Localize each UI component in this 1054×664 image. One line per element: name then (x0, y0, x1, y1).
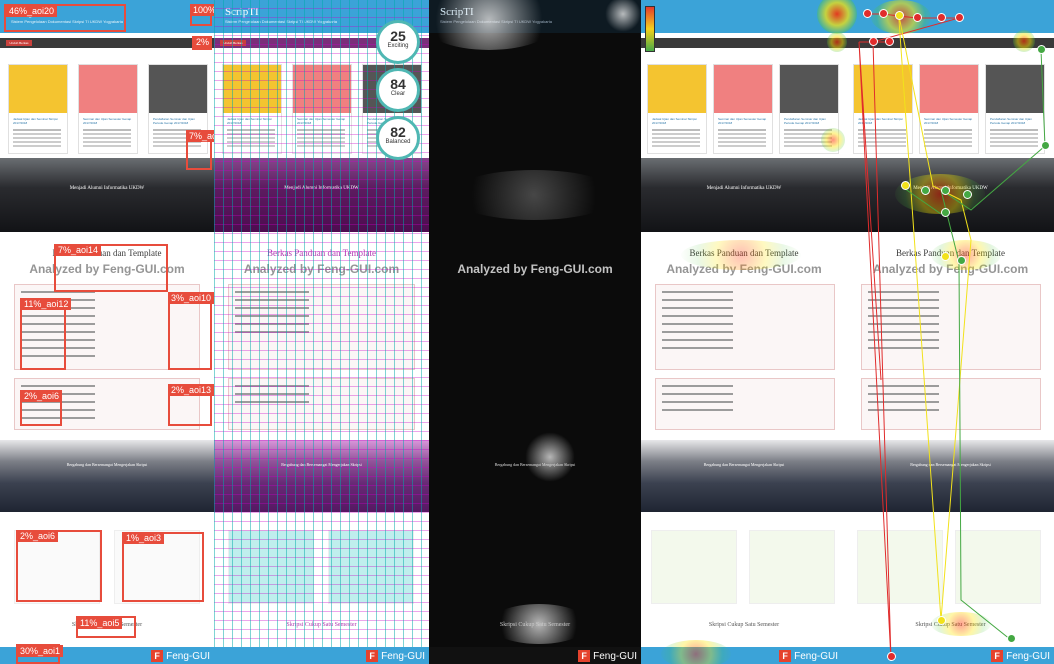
banner2-caption: Bergabung dan Bersemangat Mengerjakan Sk… (281, 462, 362, 467)
bottom-title: Skripsi Cukup Satu Semester (499, 622, 571, 628)
guide-files-box (228, 284, 415, 370)
gaze-fixation (941, 252, 950, 261)
footer: F Feng-GUI (429, 647, 641, 664)
watermark: Analyzed by Feng-GUI.com (457, 262, 613, 276)
aoi-label: 11%_aoi12 (21, 298, 72, 310)
complexity-overlay (214, 440, 429, 512)
aoi-label: 3%_aoi10 (168, 292, 214, 304)
gaze-fixation (955, 13, 964, 22)
aoi-label: 1%_aoi3 (123, 532, 165, 544)
download-button[interactable]: Unduh Berkas (220, 40, 246, 46)
exciting-score: 25 Exciting (376, 20, 420, 64)
aoi-label: 7%_aoi (186, 130, 214, 142)
balanced-score: 82 Balanced (376, 116, 420, 160)
lightbulb-icon (9, 65, 67, 113)
footer: F Feng-GUI (214, 647, 429, 664)
feng-gui-brand: F Feng-GUI (366, 649, 425, 663)
aoi-panel: ScripTI Sistem Pengelolaan Dokumentasi S… (0, 0, 214, 664)
aoi-label: 2%_aoi6 (17, 530, 59, 542)
gaze-fixation (895, 11, 904, 20)
card-schedule[interactable]: Jadwal Ujian dan Seminar Skripsi 2017/20… (8, 64, 68, 154)
aoi-label: 7%_aoi14 (55, 244, 102, 256)
nav-bar: Unduh Berkas (0, 38, 214, 48)
gaze-fixation (963, 190, 972, 199)
gaze-fixation (863, 9, 872, 18)
feng-gui-logo-icon: F (578, 650, 591, 662)
watermark: Analyzed by Feng-GUI.com (243, 262, 400, 276)
card-seminar[interactable]: Seminar dan Ujian Semester Genap 2017/20… (78, 64, 138, 154)
opacity-panel: ScripTI Sistem Pengelolaan Dokumentasi S… (429, 0, 641, 664)
banner2-caption: Bergabung dan Bersemangat Mengerjakan Sk… (66, 462, 148, 467)
card-title[interactable]: Seminar dan Ujian Semester Genap 2017/20… (83, 117, 134, 125)
aoi-label: 2%_aoi13 (168, 384, 214, 396)
gaze-path (858, 13, 1046, 661)
gaze-fixation (901, 181, 910, 190)
gaze-fixation (885, 37, 894, 46)
flower-icon (79, 65, 137, 113)
card-title[interactable]: Pendaftaran Seminar dan Ujian Periode Ge… (153, 117, 204, 125)
gaze-fixation (921, 186, 930, 195)
banner2-caption: Bergabung dan Bersemangat Mengerjakan Sk… (494, 462, 576, 467)
site-title[interactable]: ScripTI (225, 6, 259, 18)
clarity-panel: ScripTI Sistem Pengelolaan Dokumentasi S… (214, 0, 429, 664)
section-title: Berkas Panduan dan Template (267, 248, 376, 258)
card-title[interactable]: Jadwal Ujian dan Seminar Skripsi 2017/20… (13, 117, 64, 125)
info-column-left (228, 530, 314, 604)
gaze-fixation (937, 616, 946, 625)
gaze-fixation (1041, 141, 1050, 150)
gaze-fixation (913, 13, 922, 22)
gaze-fixation (937, 13, 946, 22)
template-files-box (228, 378, 415, 430)
feng-gui-brand: F Feng-GUI (578, 649, 637, 663)
graduation-banner (0, 158, 214, 232)
aoi-label: 30%_aoi1 (17, 645, 64, 657)
card-seminar[interactable]: Seminar dan Ujian Semester Genap 2017/20… (292, 64, 352, 154)
aoi-label: 46%_aoi20 (6, 5, 58, 17)
banner-caption: Menjadi Alumni Informatika UKDW (69, 186, 145, 191)
info-column-right (328, 530, 414, 604)
gaze-fixation (941, 208, 950, 217)
heatmap-gaze-panel: Jadwal Ujian dan Seminar Skripsi 2017/20… (641, 0, 1054, 664)
aoi-label: 11%_aoi5 (77, 617, 123, 629)
clear-score: 84 Clear (376, 68, 420, 112)
gaze-fixation (941, 186, 950, 195)
gaze-fixation (957, 256, 966, 265)
feng-gui-brand: F Feng-GUI (151, 649, 210, 663)
classroom-banner (0, 440, 214, 512)
aoi-label: 2%_aoi6 (21, 390, 63, 402)
card-schedule[interactable]: Jadwal Ujian dan Seminar Skripsi 2017/20… (222, 64, 282, 154)
download-button[interactable]: Unduh Berkas (6, 40, 32, 46)
gaze-fixation (1007, 634, 1016, 643)
gaze-fixation (879, 9, 888, 18)
gaze-fixation (1037, 45, 1046, 54)
site-subtitle: Sistem Pengelolaan Dokumentasi Skripsi T… (225, 19, 337, 24)
bottom-title: Skripsi Cukup Satu Semester (286, 622, 357, 628)
feng-gui-logo-icon: F (366, 650, 379, 662)
complexity-overlay (214, 158, 429, 232)
gaze-fixation (869, 37, 878, 46)
aoi-label: 2% (193, 36, 213, 48)
feng-gui-logo-icon: F (151, 650, 164, 662)
feng-gui-analysis-collage: ScripTI Sistem Pengelolaan Dokumentasi S… (0, 0, 1054, 664)
banner-caption: Menjadi Alumni Informatika UKDW (284, 186, 359, 191)
gaze-fixation (887, 652, 896, 661)
aoi-label: 100% (190, 4, 214, 16)
pattern-icon (149, 65, 207, 113)
